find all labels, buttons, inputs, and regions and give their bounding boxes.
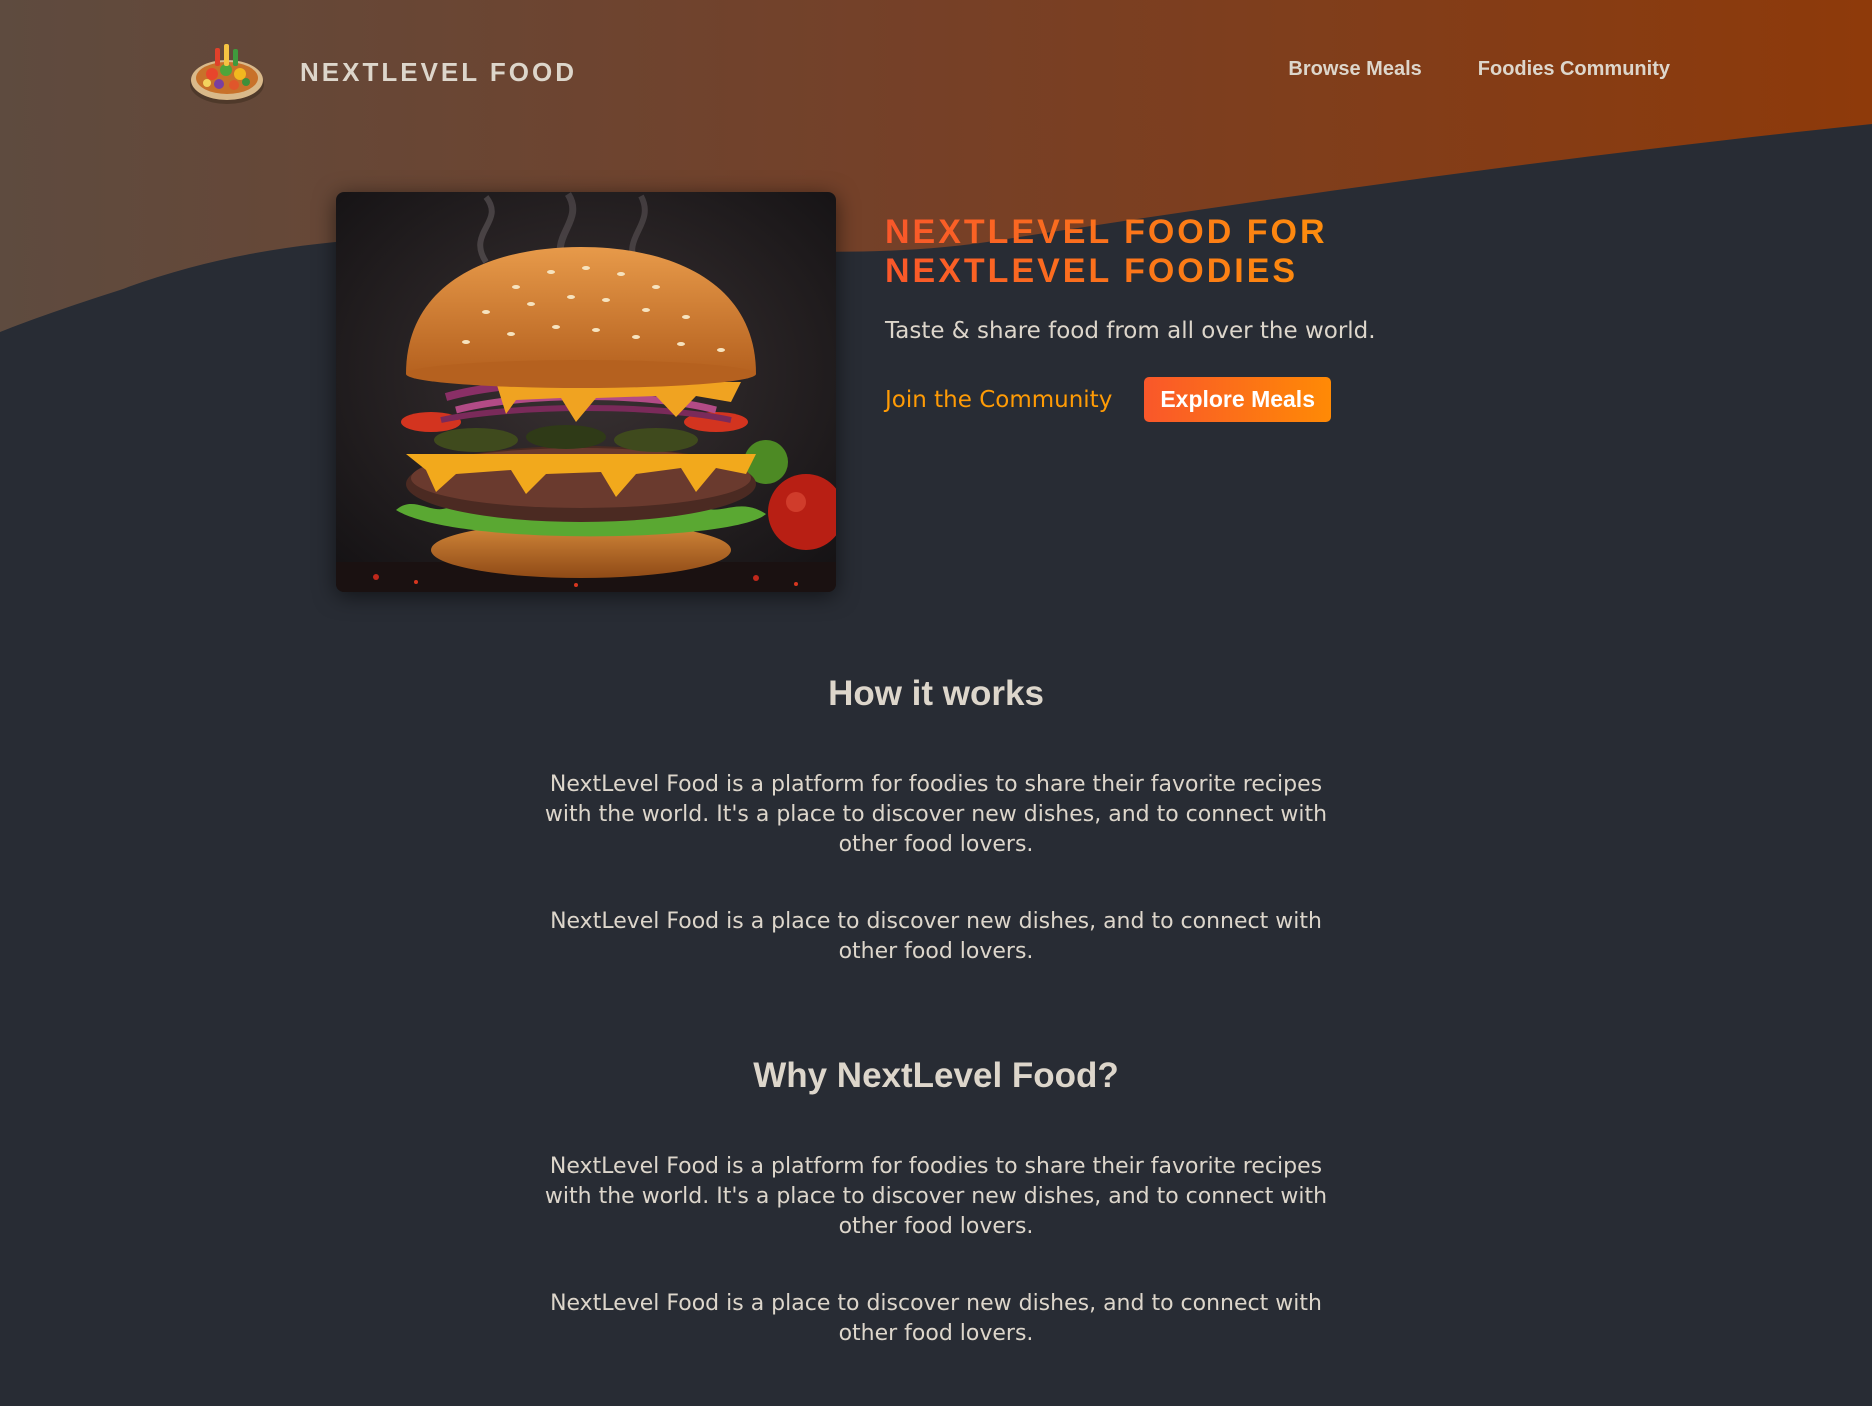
- brand-name: NextLevel Food: [300, 56, 577, 87]
- section-paragraph: NextLevel Food is a platform for foodies…: [544, 1154, 1328, 1239]
- hero-content: NextLevel Food for NextLevel Foodies Tas…: [885, 213, 1445, 422]
- how-it-works-section: How it works NextLevel Food is a platfor…: [0, 673, 1872, 967]
- section-paragraph: NextLevel Food is a platform for foodies…: [544, 772, 1328, 857]
- section-paragraph: NextLevel Food is a place to discover ne…: [550, 1291, 1322, 1346]
- nav-foodies-community-link[interactable]: Foodies Community: [1478, 58, 1670, 81]
- main-nav: Browse Meals Foodies Community: [1288, 58, 1670, 81]
- brand-home-link[interactable]: NextLevel Food: [188, 36, 577, 108]
- hero-title: NextLevel Food for NextLevel Foodies: [885, 213, 1445, 291]
- section-title: Why NextLevel Food?: [753, 1056, 1119, 1095]
- hero-cta-row: Join the Community Explore Meals: [885, 377, 1445, 422]
- join-community-link[interactable]: Join the Community: [885, 387, 1112, 413]
- section-paragraph: NextLevel Food is a place to discover ne…: [550, 909, 1322, 964]
- food-plate-logo-icon: [190, 44, 264, 104]
- explore-meals-button[interactable]: Explore Meals: [1144, 377, 1331, 422]
- section-title: How it works: [828, 674, 1044, 713]
- nav-browse-meals-link[interactable]: Browse Meals: [1288, 58, 1421, 81]
- hero-slideshow-image: [336, 192, 836, 592]
- hero-subtitle: Taste & share food from all over the wor…: [885, 318, 1376, 344]
- burger-image: [336, 192, 836, 592]
- main-header: NextLevel Food Browse Meals Foodies Comm…: [0, 0, 1872, 150]
- page: NextLevel Food Browse Meals Foodies Comm…: [0, 0, 1872, 1406]
- why-nextlevel-section: Why NextLevel Food? NextLevel Food is a …: [0, 1055, 1872, 1349]
